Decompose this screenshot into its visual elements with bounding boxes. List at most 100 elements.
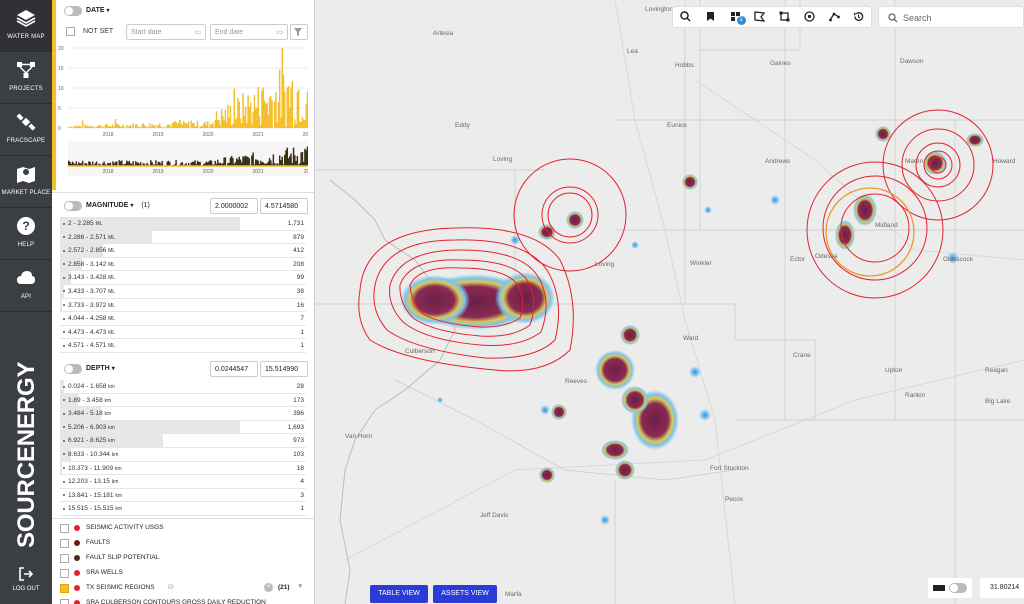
depth-row[interactable]: 8.633 - 10.344 km 103 [60,447,306,462]
draw-circle-tool[interactable] [797,7,822,27]
depth-row[interactable]: 3.484 - 5.18 km 396 [60,407,306,421]
depth-toggle[interactable] [64,364,82,374]
depth-min-input[interactable]: 0.0244547 [210,361,258,377]
nav-api[interactable]: API [0,260,52,312]
layer-item[interactable]: SRA WELLS [60,566,310,581]
scale-switch[interactable] [949,583,967,593]
date-bar [193,123,195,128]
nav-market-place[interactable]: MARKET PLACE [0,156,52,208]
date-bar [305,103,307,128]
nav-help[interactable]: ? HELP [0,208,52,260]
overview-bar [244,155,247,166]
depth-row[interactable]: 1.89 - 3.458 km 173 [60,393,306,408]
date-bar [152,125,155,128]
magnitude-row[interactable]: 4.571 - 4.571 ML 1 [60,339,306,353]
layer-item[interactable]: SEISMIC ACTIVITY USGS [60,521,310,536]
overview-bar [260,160,262,166]
magnitude-row[interactable]: 4.473 - 4.473 ML 1 [60,326,306,340]
date-bar [215,111,218,128]
magnitude-min-input[interactable]: 2.0000002 [210,198,258,214]
draw-line-tool[interactable] [822,7,847,27]
filter-icon[interactable]: ▼ [297,583,303,590]
layer-checkbox[interactable] [60,524,69,533]
date-bar [80,127,83,128]
depth-row[interactable]: 12.203 - 13.15 km 4 [60,475,306,489]
overview-bar [155,160,157,166]
date-bar [289,107,291,128]
date-bar [143,125,146,128]
filter-button[interactable] [290,24,308,40]
logout-button[interactable]: LOG OUT [0,560,52,604]
map-canvas[interactable]: Lovington Artesia Lea Hobbs Gaines Dawson Eddy… [315,0,1024,604]
clear-icon[interactable]: × [264,583,273,592]
layer-item[interactable]: TX SEISMIC REGIONS ⛁ × (21) ▼ [60,581,310,596]
layer-item[interactable]: SRA CULBERSON CONTOURS GROSS DAILY REDUC… [60,596,310,604]
range-label: 3.733 - 3.972 ML [62,301,116,309]
depth-row[interactable]: 13.841 - 15.181 km 3 [60,489,306,503]
magnitude-row[interactable]: 2 - 2.285 ML 1,731 [60,217,306,231]
nav-label: HELP [17,242,35,248]
date-bar [254,107,257,128]
layer-checkbox[interactable] [60,569,69,578]
magnitude-row[interactable]: 2.572 - 2.856 ML 412 [60,244,306,258]
history-tool[interactable] [846,7,871,27]
date-bar [205,125,208,128]
magnitude-title[interactable]: MAGNITUDE ▾ (1) [86,202,150,209]
nav-projects[interactable]: PROJECTS [0,52,52,104]
overview-bar [236,158,238,166]
map-search-input[interactable]: Search [878,6,1024,28]
date-title[interactable]: DATE ▾ [86,7,110,14]
not-set-checkbox[interactable] [66,27,75,36]
layer-item[interactable]: FAULT SLIP POTENTIAL [60,551,310,566]
draw-polygon-tool[interactable] [747,7,772,27]
city-label: Crane [793,352,811,359]
magnitude-row[interactable]: 3.733 - 3.972 ML 16 [60,298,306,313]
layer-checkbox[interactable] [60,599,69,604]
magnitude-row[interactable]: 3.433 - 3.707 ML 38 [60,284,306,299]
start-date-input[interactable]: Start date ▭ [126,24,206,40]
overview-bar [214,160,216,166]
overview-bar [290,153,292,166]
magnitude-toggle[interactable] [64,201,82,211]
layer-checkbox[interactable] [60,539,69,548]
zoom-tool[interactable] [673,7,698,27]
cloud-icon [17,271,35,284]
magnitude-max-input[interactable]: 4.5714580 [260,198,308,214]
depth-row[interactable]: 6.921 - 8.625 km 973 [60,434,306,448]
draw-rectangle-tool[interactable] [772,7,797,27]
date-bar [220,109,223,128]
layer-item[interactable]: FAULTS [60,536,310,551]
magnitude-row[interactable]: 3.143 - 3.428 ML 99 [60,271,306,285]
nav-water-map[interactable]: WATER MAP [0,0,52,52]
magnitude-row[interactable]: 4.044 - 4.258 ML 7 [60,312,306,326]
depth-row[interactable]: 15.515 - 15.515 km 1 [60,502,306,516]
city-label: Martin [905,158,924,165]
magnitude-row[interactable]: 2.858 - 3.142 ML 208 [60,257,306,272]
depth-row[interactable]: 0.024 - 1.658 km 28 [60,380,306,394]
layer-checkbox[interactable] [60,554,69,563]
assets-view-button[interactable]: ASSETS VIEW [433,585,497,603]
city-label: Van Horn [345,433,372,440]
date-bar [229,105,232,128]
depth-max-input[interactable]: 15.514990 [260,361,308,377]
end-date-input[interactable]: End date ▭ [210,24,288,40]
depth-row[interactable]: 5.206 - 6.903 km 1,693 [60,420,306,435]
date-bar [79,125,81,128]
date-bar [286,87,288,128]
date-bar [302,119,305,128]
magnitude-row[interactable]: 2.286 - 2.571 ML 879 [60,230,306,245]
date-histogram[interactable]: 20 15 10 5 0 2018 2019 2020 2021 2022 2018 2019 2020… [58,44,308,182]
table-view-button[interactable]: TABLE VIEW [370,585,428,603]
nav-fracscape[interactable]: FRACSCAPE [0,104,52,156]
range-count: 1 [300,505,304,513]
unit-label: ML [108,248,116,255]
depth-title[interactable]: DEPTH ▾ [86,365,115,372]
scale-toggle[interactable] [928,578,972,598]
depth-row[interactable]: 10.373 - 11.909 km 18 [60,461,306,476]
city-label: Midland [875,222,898,229]
date-toggle[interactable] [64,6,82,16]
bookmark-tool[interactable] [698,7,723,27]
layer-checkbox[interactable] [60,584,69,593]
layers-tool[interactable]: 1 [723,7,748,27]
nav-label: PROJECTS [9,86,43,92]
